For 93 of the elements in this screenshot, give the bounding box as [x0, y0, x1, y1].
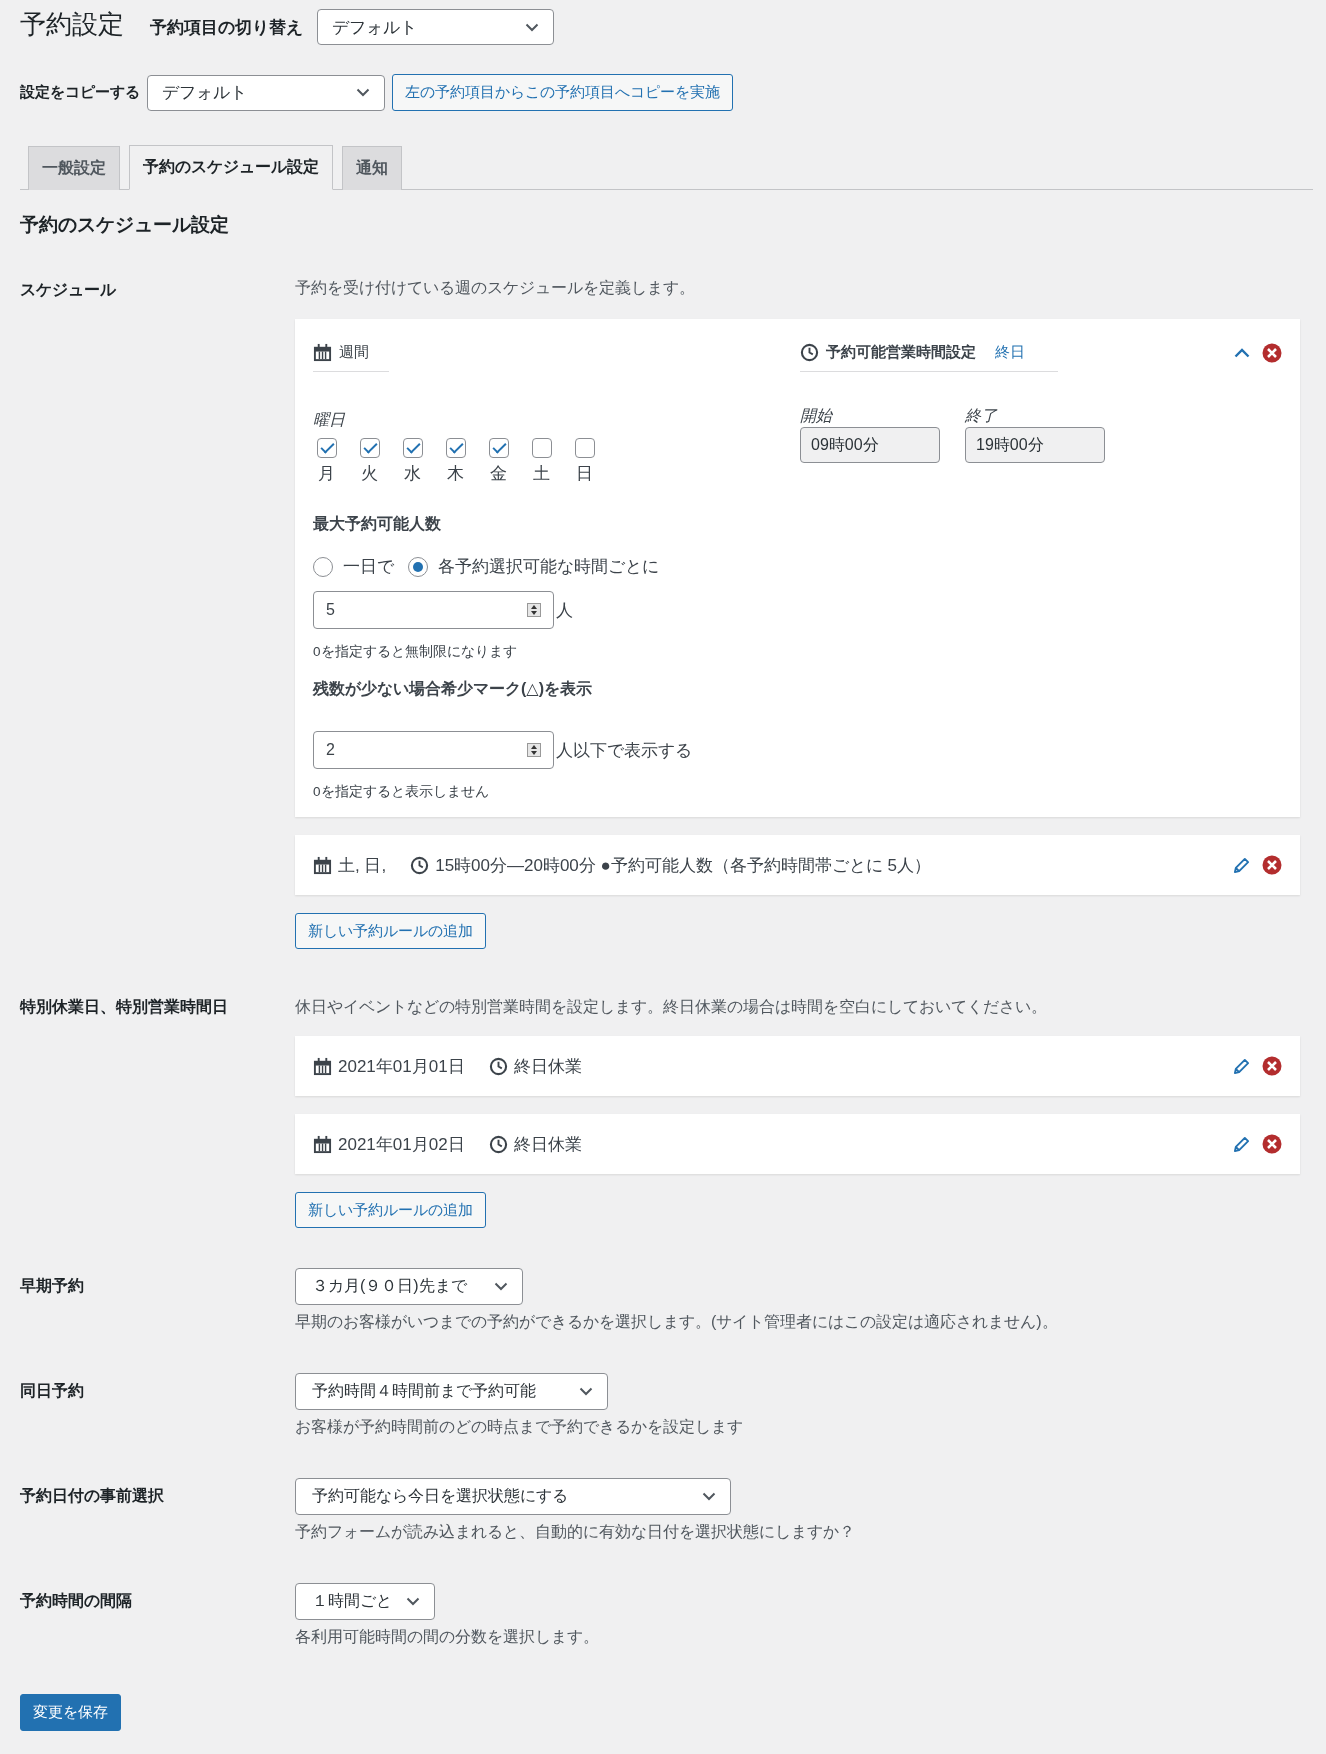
- scarcity-hint: 0を指定すると表示しません: [313, 783, 490, 801]
- capacity-unit: 人: [556, 599, 573, 622]
- rule-time: 15時00分—20時00分 ●予約可能人数（各予約時間帯ごとに 5人）: [435, 854, 931, 877]
- calendar-icon: [313, 855, 332, 875]
- clock-icon: [410, 855, 430, 875]
- day-checkbox[interactable]: [445, 438, 466, 458]
- chevron-down-icon: [579, 1387, 593, 1396]
- clock-icon: [488, 1134, 508, 1154]
- exceptions-description: 休日やイベントなどの特別営業時間を設定します。終日休業の場合は時間を空白にしておいてください。: [295, 997, 1048, 1017]
- chevron-down-icon: [525, 22, 539, 32]
- tab[interactable]: 通知: [342, 146, 402, 190]
- add-rule-button[interactable]: 新しい予約ルールの追加: [295, 913, 486, 949]
- day-label: 日: [576, 463, 593, 485]
- setting-label: 同日予約: [20, 1381, 85, 1401]
- copy-select[interactable]: デフォルト: [147, 74, 385, 111]
- setting-description: 早期のお客様がいつまでの予約ができるかを選択します。(サイト管理者にはこの設定は適応されません)。: [295, 1312, 1059, 1332]
- copy-label: 設定をコピーする: [20, 83, 140, 102]
- setting-select[interactable]: ３カ月(９０日)先まで: [295, 1268, 523, 1305]
- schedule-description: 予約を受け付けている週のスケジュールを定義します。: [295, 278, 696, 298]
- week-title: 週間: [339, 343, 369, 362]
- rule-days: 土, 日,: [338, 853, 387, 877]
- close-icon[interactable]: [1262, 855, 1282, 875]
- day-checkbox[interactable]: [488, 438, 509, 458]
- chevron-down-icon: [494, 1282, 508, 1291]
- calendar-icon: [313, 343, 332, 362]
- clock-icon: [488, 1056, 508, 1076]
- setting-label: 予約時間の間隔: [20, 1591, 133, 1611]
- setting-description: お客様が予約時間前のどの時点まで予約できるかを設定します: [295, 1417, 744, 1437]
- spinner-icon[interactable]: [527, 743, 541, 757]
- close-icon[interactable]: [1262, 343, 1282, 363]
- setting-label: 予約日付の事前選択: [20, 1486, 165, 1506]
- day-label: 金: [490, 463, 507, 485]
- calendar-icon: [313, 1134, 332, 1154]
- day-label: 木: [447, 463, 464, 485]
- day-checkbox[interactable]: [316, 438, 337, 458]
- radio-button[interactable]: [313, 556, 333, 577]
- start-label: 開始: [800, 406, 834, 426]
- tab[interactable]: 一般設定: [28, 146, 120, 190]
- exceptions-label: 特別休業日、特別営業時間日: [20, 997, 229, 1017]
- day-label: 水: [404, 463, 421, 485]
- radio-label: 一日で: [343, 556, 394, 578]
- chevron-down-icon: [406, 1597, 420, 1606]
- scarcity-title: 残数が少ない場合希少マーク(△)を表示: [313, 679, 593, 700]
- day-label: 土: [533, 463, 550, 485]
- rule-time: 終日休業: [513, 1055, 582, 1078]
- setting-select[interactable]: 予約可能なら今日を選択状態にする: [295, 1478, 731, 1515]
- rule-days: 2021年01月01日: [338, 1054, 465, 1078]
- radio-button[interactable]: [408, 556, 428, 577]
- section-title: 予約のスケジュール設定: [20, 213, 230, 237]
- weekday-label: 曜日: [313, 410, 346, 430]
- rule-time: 終日休業: [513, 1133, 582, 1156]
- spinner-icon[interactable]: [527, 603, 541, 617]
- switch-label: 予約項目の切り替え: [150, 16, 303, 39]
- pencil-icon[interactable]: [1233, 1057, 1250, 1075]
- end-time-field[interactable]: 19時00分: [965, 427, 1105, 463]
- setting-select[interactable]: 予約時間４時間前まで予約可能: [295, 1373, 608, 1410]
- copy-button[interactable]: 左の予約項目からこの予約項目へコピーを実施: [392, 74, 733, 111]
- setting-description: 各利用可能時間の間の分数を選択します。: [295, 1627, 600, 1647]
- add-rule-button[interactable]: 新しい予約ルールの追加: [295, 1192, 486, 1228]
- close-icon[interactable]: [1262, 1056, 1282, 1076]
- capacity-input[interactable]: 5: [313, 591, 554, 629]
- day-label: 火: [361, 463, 378, 485]
- item-select[interactable]: デフォルト: [317, 9, 554, 45]
- clock-icon: [800, 343, 819, 362]
- capacity-title: 最大予約可能人数: [313, 514, 442, 534]
- radio-label: 各予約選択可能な時間ごとに: [438, 556, 659, 578]
- capacity-hint: 0を指定すると無制限になります: [313, 643, 518, 661]
- chevron-down-icon: [702, 1492, 716, 1501]
- all-day-link[interactable]: 終日: [995, 343, 1025, 362]
- day-checkbox[interactable]: [359, 438, 380, 458]
- chevron-up-icon[interactable]: [1234, 348, 1250, 358]
- setting-description: 予約フォームが読み込まれると、自動的に有効な日付を選択状態にしますか？: [295, 1522, 856, 1542]
- day-label: 月: [318, 463, 335, 485]
- chevron-down-icon: [356, 88, 370, 97]
- pencil-icon[interactable]: [1233, 856, 1250, 874]
- setting-select[interactable]: １時間ごと: [295, 1583, 435, 1620]
- day-checkbox[interactable]: [402, 438, 423, 458]
- pencil-icon[interactable]: [1233, 1135, 1250, 1153]
- setting-label: 早期予約: [20, 1276, 85, 1296]
- rule-days: 2021年01月02日: [338, 1132, 465, 1156]
- start-time-field[interactable]: 09時00分: [800, 427, 940, 463]
- scarcity-unit: 人以下で表示する: [556, 739, 692, 762]
- close-icon[interactable]: [1262, 1134, 1282, 1154]
- calendar-icon: [313, 1056, 332, 1076]
- page-title: 予約設定: [20, 7, 124, 41]
- schedule-label: スケジュール: [20, 280, 117, 300]
- day-checkbox[interactable]: [574, 438, 595, 458]
- save-button[interactable]: 変更を保存: [20, 1694, 121, 1731]
- scarcity-input[interactable]: 2: [313, 731, 554, 769]
- hours-title: 予約可能営業時間設定: [826, 343, 976, 362]
- day-checkbox[interactable]: [531, 438, 552, 458]
- end-label: 終了: [965, 406, 999, 426]
- tab[interactable]: 予約のスケジュール設定: [129, 145, 333, 190]
